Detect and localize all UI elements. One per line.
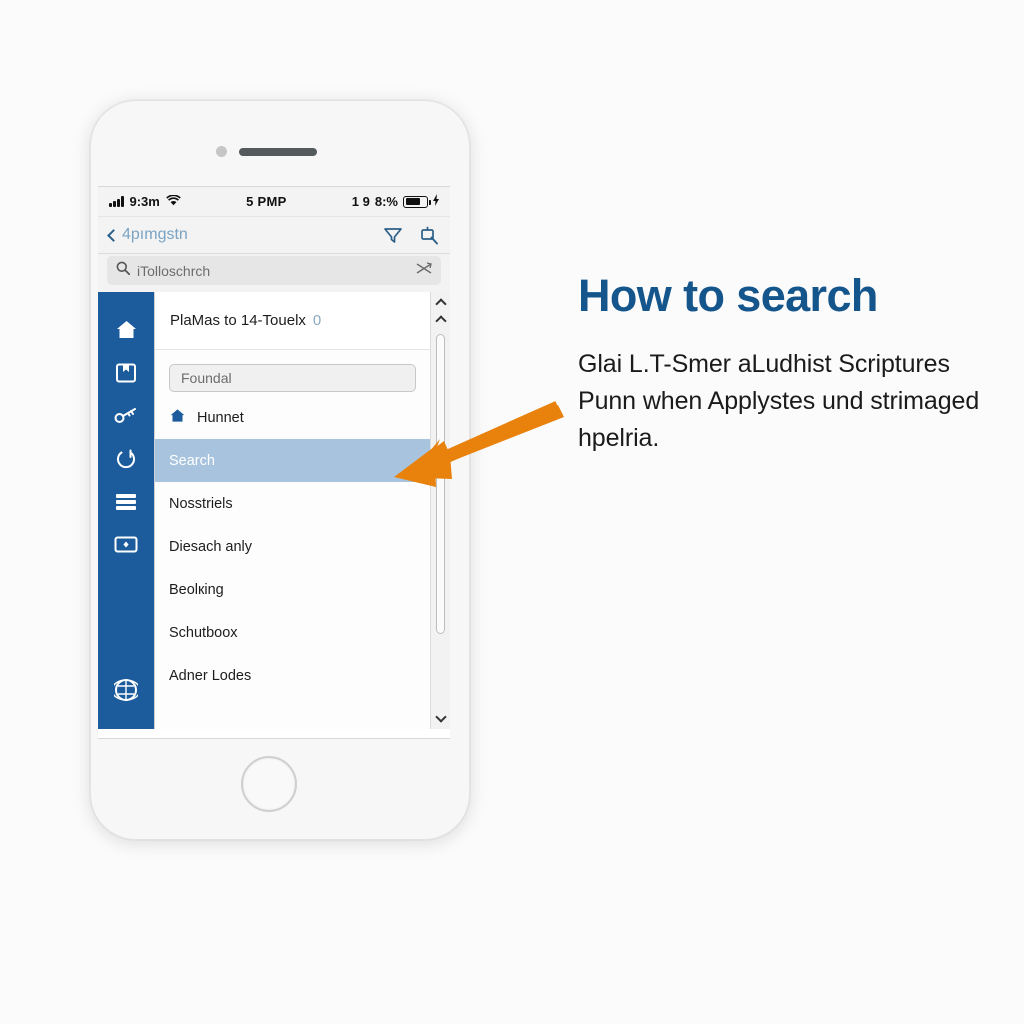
rotation-lock-indicator: 1 9 (351, 194, 370, 209)
list-item-label: Schutboox (169, 624, 238, 641)
signal-bars-icon (109, 196, 124, 207)
battery-icon (403, 195, 431, 208)
app-sidebar (98, 292, 154, 729)
list-header-title: PlaMas to 14-Touelx (170, 312, 306, 329)
battery-percent-label: 8:% (374, 194, 398, 209)
sidebar-item-library[interactable] (98, 351, 154, 394)
filter-input-placeholder: Foundal (181, 370, 232, 386)
list-header: PlaMas to 14-Touelx 0 (155, 292, 430, 350)
sidebar-item-globe[interactable] (98, 668, 154, 711)
chevron-up-icon[interactable] (434, 315, 447, 327)
list-item[interactable]: Diesach anly (155, 525, 430, 568)
list-header-count: 0 (312, 312, 322, 329)
list-item-label: Hunnet (197, 409, 244, 426)
status-right-group: 1 9 8:% (352, 194, 439, 209)
scrollbar-track[interactable] (436, 330, 446, 713)
search-input[interactable]: iTolloschrch (107, 256, 441, 285)
list-item[interactable]: Nosstriels (155, 482, 430, 525)
magnifier-icon (116, 261, 131, 280)
sidebar-item-power[interactable] (98, 437, 154, 480)
funnel-filter-icon[interactable] (383, 226, 403, 244)
home-icon (169, 408, 186, 427)
sidebar-item-card[interactable] (98, 523, 154, 566)
list-item-label: Nosstriels (169, 495, 233, 512)
lightning-bolt-icon (433, 194, 439, 209)
key-icon (114, 407, 136, 423)
shuffle-clear-icon[interactable] (416, 261, 432, 280)
vertical-scrollbar[interactable] (430, 292, 450, 729)
filter-input[interactable]: Foundal (169, 364, 416, 392)
globe-icon (114, 678, 138, 701)
list-item-label: Search (169, 452, 215, 469)
status-bar: 9:3m 5 PMP 1 9 8:% (98, 187, 450, 217)
content-pane: PlaMas to 14-Touelx 0 Foundal Hunnet Sear… (154, 292, 430, 729)
screen-body: PlaMas to 14-Touelx 0 Foundal Hunnet Sear… (98, 292, 450, 729)
status-left-group: 9:3m (109, 194, 181, 209)
list-item[interactable]: Hunnet (155, 396, 430, 439)
card-icon (114, 536, 138, 553)
list-item[interactable]: Schutboox (155, 611, 430, 654)
book-icon (116, 363, 136, 382)
chevron-left-icon (107, 228, 120, 242)
sidebar-item-menu[interactable] (98, 480, 154, 523)
callout-arrow-icon (390, 395, 570, 500)
page-body-text: Glai L.T-Smer aLudhist Scriptures Punn w… (578, 350, 980, 453)
navigation-list: Hunnet Search Nosstriels Diesach anly Beolкi… (155, 396, 430, 697)
chevron-down-icon[interactable] (434, 711, 447, 723)
search-flag-icon[interactable] (419, 226, 439, 245)
search-bar-container: iTolloschrch (98, 254, 450, 292)
navigation-bar: 4pımgstn (98, 217, 450, 254)
menu-icon (116, 493, 136, 510)
sidebar-item-keys[interactable] (98, 394, 154, 437)
list-item[interactable]: Beolкing (155, 568, 430, 611)
list-item-label: Diesach anly (169, 538, 253, 555)
earpiece-speaker-icon (239, 148, 317, 156)
list-item-label: Beolкing (169, 581, 224, 598)
front-camera-icon (216, 146, 227, 157)
list-item-label: Adner Lodes (169, 667, 252, 684)
list-item[interactable]: Adner Lodes (155, 654, 430, 697)
home-icon (116, 321, 136, 338)
back-button[interactable]: 4pımgstn (107, 226, 188, 244)
explanation-panel: How to search Glai L.T-Smer aLudhist Scr… (578, 272, 990, 457)
wifi-icon (166, 194, 181, 209)
back-button-label: 4pımgstn (122, 226, 188, 243)
page-title: How to search (578, 270, 878, 321)
list-item[interactable]: Search (155, 439, 430, 482)
status-time: 9:3m (129, 194, 160, 209)
sidebar-item-home[interactable] (98, 308, 154, 351)
search-input-placeholder: iTolloschrch (137, 262, 211, 279)
power-icon (117, 449, 135, 468)
home-button[interactable] (241, 756, 297, 812)
chevron-up-icon[interactable] (434, 298, 447, 310)
status-carrier: 5 PMP (246, 194, 287, 209)
